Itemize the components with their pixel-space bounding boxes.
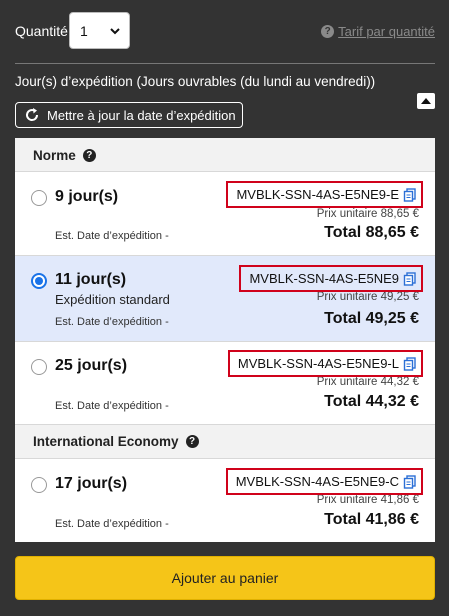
chevron-down-icon bbox=[110, 28, 120, 35]
sku-code-box[interactable]: MVBLK-SSN-4AS-E5NE9-C bbox=[225, 468, 423, 495]
question-circle-icon[interactable]: ? bbox=[82, 149, 96, 162]
sku-code-box[interactable]: MVBLK-SSN-4AS-E5NE9 bbox=[239, 265, 423, 292]
copy-icon[interactable] bbox=[403, 356, 417, 371]
copy-icon[interactable] bbox=[403, 271, 417, 286]
option-unit-price: Prix unitaire 44,32 € bbox=[316, 376, 419, 388]
caret-up-icon bbox=[421, 98, 431, 104]
option-days: 9 jour(s) bbox=[55, 188, 119, 205]
quantity-pricing-label: Tarif par quantité bbox=[338, 24, 435, 39]
collapse-button[interactable] bbox=[417, 93, 435, 109]
option-total: Total 49,25 € bbox=[324, 310, 419, 327]
update-shipping-date-label: Mettre à jour la date d’expédition bbox=[47, 107, 236, 123]
sku-code: MVBLK-SSN-4AS-E5NE9-L bbox=[237, 356, 399, 371]
option-est-date: Est. Date d’expédition - bbox=[55, 230, 169, 242]
sku-code-box[interactable]: MVBLK-SSN-4AS-E5NE9-E bbox=[226, 181, 423, 208]
sku-code: MVBLK-SSN-4AS-E5NE9-C bbox=[235, 474, 399, 489]
group-title-international: International Economy bbox=[33, 434, 179, 449]
update-shipping-date-button[interactable]: Mettre à jour la date d’expédition bbox=[15, 102, 243, 128]
quantity-pricing-link[interactable]: ? Tarif par quantité bbox=[321, 24, 435, 39]
quantity-row: Quantité 1 ? Tarif par quantité bbox=[15, 12, 435, 50]
radio-button[interactable] bbox=[31, 359, 47, 375]
option-days: 17 jour(s) bbox=[55, 475, 128, 492]
shipping-options-panel: Norme ? 9 jour(s) Est. Date d’expédition… bbox=[15, 138, 435, 542]
sku-code: MVBLK-SSN-4AS-E5NE9 bbox=[249, 271, 399, 286]
question-circle-icon[interactable]: ? bbox=[185, 435, 199, 448]
shipping-option-9-days[interactable]: 9 jour(s) Est. Date d’expédition - Prix … bbox=[15, 171, 435, 255]
refresh-icon bbox=[26, 108, 39, 121]
shipping-option-17-days[interactable]: 17 jour(s) Est. Date d’expédition - Prix… bbox=[15, 458, 435, 542]
option-total: Total 41,86 € bbox=[324, 511, 419, 528]
group-title-norme: Norme bbox=[33, 148, 76, 163]
shipping-option-25-days[interactable]: 25 jour(s) Est. Date d’expédition - Prix… bbox=[15, 341, 435, 424]
option-unit-price: Prix unitaire 49,25 € bbox=[316, 291, 419, 303]
option-est-date: Est. Date d’expédition - bbox=[55, 400, 169, 412]
radio-button[interactable] bbox=[31, 477, 47, 493]
group-header-international: International Economy ? bbox=[15, 424, 435, 458]
quantity-select[interactable]: 1 bbox=[69, 12, 130, 49]
shipping-option-11-days[interactable]: 11 jour(s) Expédition standard Est. Date… bbox=[15, 255, 435, 341]
option-est-date: Est. Date d’expédition - bbox=[55, 316, 169, 328]
option-days: 25 jour(s) bbox=[55, 357, 128, 374]
radio-button-selected[interactable] bbox=[31, 273, 47, 289]
add-to-cart-button[interactable]: Ajouter au panier bbox=[15, 556, 435, 600]
sku-code-box[interactable]: MVBLK-SSN-4AS-E5NE9-L bbox=[227, 350, 423, 377]
divider bbox=[15, 63, 435, 64]
add-to-cart-label: Ajouter au panier bbox=[171, 570, 279, 586]
option-unit-price: Prix unitaire 88,65 € bbox=[316, 208, 419, 220]
quantity-label: Quantité bbox=[15, 23, 68, 39]
option-est-date: Est. Date d’expédition - bbox=[55, 518, 169, 530]
option-total: Total 44,32 € bbox=[324, 393, 419, 410]
option-unit-price: Prix unitaire 41,86 € bbox=[316, 494, 419, 506]
option-days: 11 jour(s) bbox=[55, 271, 127, 288]
copy-icon[interactable] bbox=[403, 474, 417, 489]
radio-button[interactable] bbox=[31, 190, 47, 206]
group-header-norme: Norme ? bbox=[15, 138, 435, 171]
sku-code: MVBLK-SSN-4AS-E5NE9-E bbox=[236, 187, 399, 202]
shipping-days-title: Jour(s) d’expédition (Jours ouvrables (d… bbox=[15, 74, 376, 89]
question-circle-icon: ? bbox=[321, 25, 335, 38]
copy-icon[interactable] bbox=[403, 187, 417, 202]
quantity-value: 1 bbox=[80, 23, 88, 39]
option-total: Total 88,65 € bbox=[324, 224, 419, 241]
option-standard-label: Expédition standard bbox=[55, 292, 170, 307]
